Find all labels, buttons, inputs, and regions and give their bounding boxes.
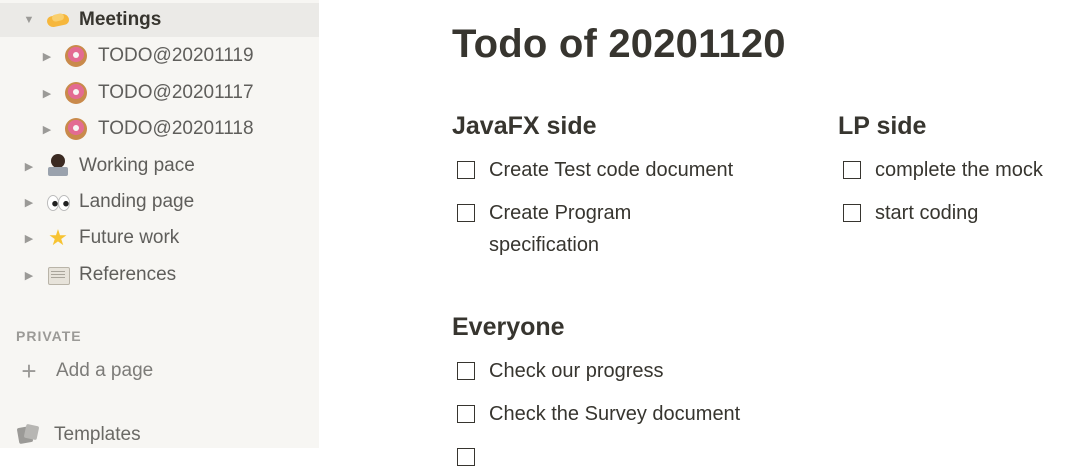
todo-checkbox[interactable] — [457, 204, 475, 222]
sidebar-item-label: TODO@20201119 — [98, 45, 254, 66]
todo-checkbox[interactable] — [843, 161, 861, 179]
todo-checkbox[interactable] — [457, 405, 475, 423]
todo-checkbox[interactable] — [457, 448, 475, 466]
add-page-label: Add a page — [56, 360, 154, 381]
todo-checkbox[interactable] — [457, 161, 475, 179]
templates-button[interactable]: Templates — [16, 420, 141, 448]
templates-icon — [16, 423, 40, 447]
sidebar-item-working-pace[interactable]: ▶ Working pace — [0, 149, 319, 183]
caret-right-icon[interactable]: ▶ — [22, 269, 36, 282]
todo-checkbox[interactable] — [843, 204, 861, 222]
sidebar-item-meetings[interactable]: ▼ Meetings — [0, 3, 319, 37]
donut-icon — [64, 44, 88, 68]
handshake-icon — [46, 8, 70, 32]
todo-item-partial[interactable] — [457, 441, 489, 466]
scroll-icon — [46, 263, 70, 287]
sparkle-star-icon: ★ — [48, 225, 68, 250]
sidebar-item-todo-20201119[interactable]: ▶ TODO@20201119 — [0, 39, 319, 73]
donut-icon — [64, 81, 88, 105]
caret-right-icon[interactable]: ▶ — [40, 87, 54, 100]
todo-text[interactable]: start coding — [875, 197, 1070, 229]
caret-down-icon[interactable]: ▼ — [22, 14, 36, 26]
sidebar-item-label: TODO@20201117 — [98, 82, 254, 103]
section-heading-javafx[interactable]: JavaFX side — [452, 112, 597, 141]
sidebar-item-label: Working pace — [79, 155, 195, 176]
sidebar-item-label: Future work — [79, 227, 180, 248]
todo-checkbox[interactable] — [457, 362, 475, 380]
caret-right-icon[interactable]: ▶ — [40, 50, 54, 63]
todo-item[interactable]: start coding — [843, 197, 1070, 229]
todo-text[interactable]: Create Program specification — [489, 197, 709, 261]
todo-item[interactable]: complete the mock — [843, 154, 1070, 186]
templates-label: Templates — [54, 424, 141, 445]
page-content: Todo of 20201120 JavaFX side Create Test… — [319, 0, 1070, 466]
sidebar-item-label: References — [79, 264, 177, 285]
sidebar-section-private: PRIVATE — [16, 328, 82, 344]
todo-text[interactable]: Check our progress — [489, 355, 789, 387]
caret-right-icon[interactable]: ▶ — [40, 123, 54, 136]
caret-right-icon[interactable]: ▶ — [22, 160, 36, 173]
section-heading-everyone[interactable]: Everyone — [452, 313, 565, 342]
technologist-icon — [46, 154, 70, 178]
sidebar-item-future-work[interactable]: ▶ ★ Future work — [0, 221, 319, 255]
todo-item[interactable]: Create Test code document — [457, 154, 789, 186]
sidebar-item-todo-20201118[interactable]: ▶ TODO@20201118 — [0, 112, 319, 146]
sidebar-item-label: Landing page — [79, 191, 195, 212]
todo-item[interactable]: Create Program specification — [457, 197, 709, 261]
donut-icon — [64, 117, 88, 141]
todo-text[interactable]: Create Test code document — [489, 154, 789, 186]
todo-item[interactable]: Check the Survey document — [457, 398, 789, 430]
sidebar-item-todo-20201117[interactable]: ▶ TODO@20201117 — [0, 76, 319, 110]
sidebar-item-label: Meetings — [79, 9, 162, 30]
sidebar-item-label: TODO@20201118 — [98, 118, 254, 139]
sidebar-item-references[interactable]: ▶ References — [0, 258, 319, 292]
caret-right-icon[interactable]: ▶ — [22, 196, 36, 209]
plus-icon: + — [21, 355, 37, 386]
sidebar: ▼ Meetings ▶ TODO@20201119 ▶ TODO@202011… — [0, 0, 319, 448]
todo-text[interactable]: complete the mock — [875, 154, 1070, 186]
todo-text[interactable]: Check the Survey document — [489, 398, 789, 430]
todo-item[interactable]: Check our progress — [457, 355, 789, 387]
section-heading-lp[interactable]: LP side — [838, 112, 926, 141]
page-title[interactable]: Todo of 20201120 — [452, 22, 786, 67]
add-page-button[interactable]: + Add a page — [16, 356, 153, 386]
caret-right-icon[interactable]: ▶ — [22, 232, 36, 245]
eyes-icon — [46, 190, 70, 214]
sidebar-item-landing-page[interactable]: ▶ Landing page — [0, 185, 319, 219]
